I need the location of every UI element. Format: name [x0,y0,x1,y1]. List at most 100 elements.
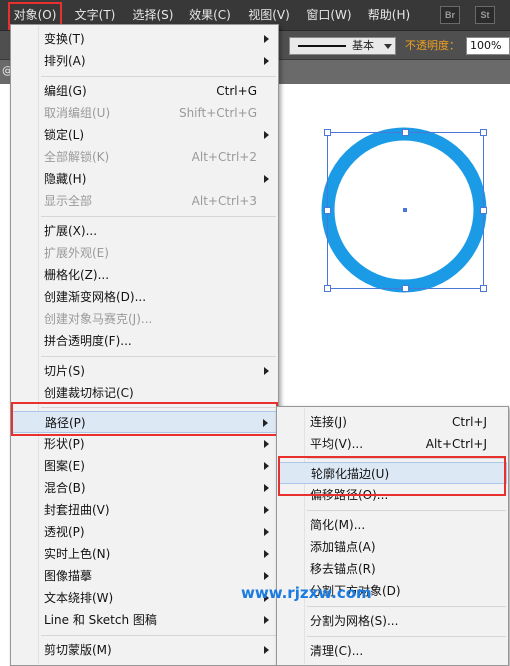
selection-handle[interactable] [324,129,331,136]
menu-item-shape[interactable]: 形状(P) [12,433,277,455]
menu-item-clipping-mask[interactable]: 剪切蒙版(M) [12,639,277,661]
menu-item-label: 扩展外观(E) [44,246,109,260]
submenu-arrow-icon [264,528,269,536]
menu-item-label: 连接(J) [310,415,347,429]
menu-item-trim-marks[interactable]: 创建裁切标记(C) [12,382,277,404]
menu-item-unlock-all[interactable]: 全部解锁(K) Alt+Ctrl+2 [12,146,277,168]
circle-artwork[interactable] [318,124,490,296]
submenu-arrow-icon [264,506,269,514]
menu-item-label: 取消编组(U) [44,106,111,120]
menu-item-label: 实时上色(N) [44,547,111,561]
menu-item-label: 剪切蒙版(M) [44,643,112,657]
menu-item-label: 创建裁切标记(C) [44,386,134,400]
submenu-arrow-icon [264,646,269,654]
menu-item-blend[interactable]: 混合(B) [12,477,277,499]
menu-item-pattern[interactable]: 图案(E) [12,455,277,477]
menu-item-label: 简化(M)... [310,518,366,532]
menu-separator [41,76,276,77]
menu-item-slice[interactable]: 切片(S) [12,360,277,382]
menu-item-label: 拼合透明度(F)... [44,334,132,348]
outline-stroke-highlight [278,456,506,496]
menu-item-flatten-transparency[interactable]: 拼合透明度(F)... [12,330,277,352]
selection-handle[interactable] [480,207,487,214]
selection-handle[interactable] [324,285,331,292]
menu-item-label: 编组(G) [44,84,87,98]
submenu-arrow-icon [264,35,269,43]
menu-separator [307,510,506,511]
object-menu: 变换(T) 排列(A) 编组(G) Ctrl+G 取消编组(U) Shift+Ctr… [10,24,279,666]
menu-item-label: 封套扭曲(V) [44,503,110,517]
selection-handle[interactable] [480,129,487,136]
submenu-arrow-icon [264,572,269,580]
menu-item-envelope-distort[interactable]: 封套扭曲(V) [12,499,277,521]
menu-item-lock[interactable]: 锁定(L) [12,124,277,146]
menu-item-add-anchor-points[interactable]: 添加锚点(A) [278,536,507,558]
submenu-arrow-icon [264,367,269,375]
menu-separator [307,636,506,637]
selection-handle[interactable] [402,285,409,292]
submenu-arrow-icon [264,616,269,624]
menu-item-perspective[interactable]: 透视(P) [12,521,277,543]
menu-item-group[interactable]: 编组(G) Ctrl+G [12,80,277,102]
chevron-down-icon [384,44,392,49]
selection-handle[interactable] [402,129,409,136]
menu-item-label: 隐藏(H) [44,172,87,186]
menu-item-label: 全部解锁(K) [44,150,110,164]
menu-item-live-paint[interactable]: 实时上色(N) [12,543,277,565]
menu-item-expand[interactable]: 扩展(X)... [12,220,277,242]
menu-item-shortcut: Ctrl+J [452,415,487,429]
menu-item-label: 切片(S) [44,364,85,378]
menu-item-label: 图案(E) [44,459,85,473]
menu-help[interactable]: 帮助(H) [365,0,413,31]
stroke-style-value: 基本 [352,39,374,52]
stroke-preview [298,45,346,47]
menu-item-label: 添加锚点(A) [310,540,376,554]
menu-separator [41,216,276,217]
menu-item-image-trace[interactable]: 图像描摹 [12,565,277,587]
menu-separator [41,635,276,636]
menu-item-shortcut: Alt+Ctrl+J [425,437,487,451]
menu-item-label: Line 和 Sketch 图稿 [44,613,157,627]
menu-item-split-into-grid[interactable]: 分割为网格(S)... [278,610,507,632]
menu-item-shortcut: Ctrl+G [216,84,257,98]
menu-item-label: 变换(T) [44,32,85,46]
watermark: www.rjzxw.com [241,584,372,602]
menu-item-average[interactable]: 平均(V)... Alt+Ctrl+J [278,433,507,455]
stroke-style-select[interactable]: 基本 [289,37,396,55]
menu-item-hide[interactable]: 隐藏(H) [12,168,277,190]
submenu-arrow-icon [264,440,269,448]
menu-item-label: 文本绕排(W) [44,591,114,605]
bridge-button[interactable]: Br [440,6,460,24]
menu-item-label: 显示全部 [44,194,93,208]
menu-item-text-wrap[interactable]: 文本绕排(W) [12,587,277,609]
menu-item-simplify[interactable]: 简化(M)... [278,514,507,536]
submenu-arrow-icon [264,131,269,139]
menu-item-remove-anchor-points[interactable]: 移去锚点(R) [278,558,507,580]
menu-item-shortcut: Shift+Ctrl+G [178,106,257,120]
menu-item-label: 形状(P) [44,437,85,451]
menu-item-gradient-mesh[interactable]: 创建渐变网格(D)... [12,286,277,308]
menu-item-join[interactable]: 连接(J) Ctrl+J [278,411,507,433]
menu-item-ungroup[interactable]: 取消编组(U) Shift+Ctrl+G [12,102,277,124]
opacity-input[interactable]: 100% [466,37,510,55]
menu-item-rasterize[interactable]: 栅格化(Z)... [12,264,277,286]
submenu-arrow-icon [264,175,269,183]
menu-item-object-mosaic[interactable]: 创建对象马赛克(J)... [12,308,277,330]
menu-item-expand-appearance[interactable]: 扩展外观(E) [12,242,277,264]
menu-item-show-all[interactable]: 显示全部 Alt+Ctrl+3 [12,190,277,212]
menu-window[interactable]: 窗口(W) [303,0,355,31]
menu-item-transform[interactable]: 变换(T) [12,28,277,50]
menu-item-label: 锁定(L) [44,128,85,142]
menu-item-label: 移去锚点(R) [310,562,376,576]
menu-item-label: 透视(P) [44,525,85,539]
menu-item-clean-up[interactable]: 清理(C)... [278,640,507,662]
menu-item-label: 栅格化(Z)... [44,268,110,282]
menu-item-shortcut: Alt+Ctrl+3 [191,194,257,208]
selection-handle[interactable] [480,285,487,292]
opacity-label[interactable]: 不透明度： [405,31,460,60]
menu-item-shortcut: Alt+Ctrl+2 [191,150,257,164]
stock-button[interactable]: St [475,6,495,24]
menu-item-line-sketch[interactable]: Line 和 Sketch 图稿 [12,609,277,631]
selection-handle[interactable] [324,207,331,214]
menu-item-arrange[interactable]: 排列(A) [12,50,277,72]
